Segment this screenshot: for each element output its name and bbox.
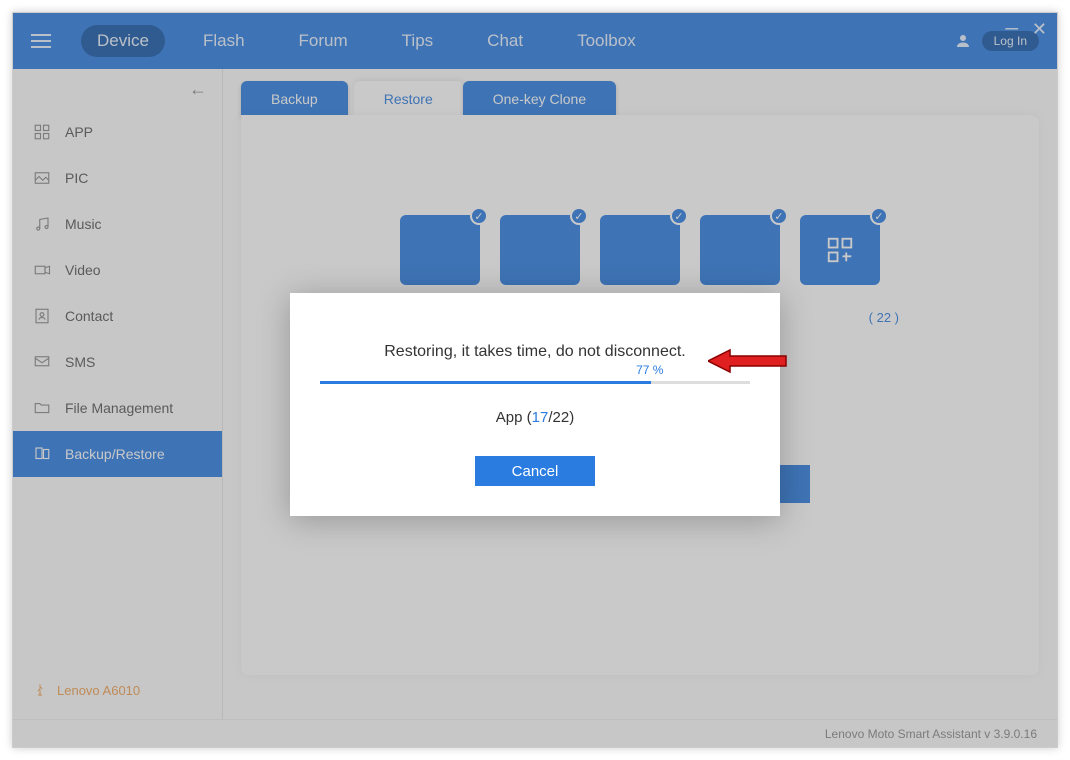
restore-progress-dialog: Restoring, it takes time, do not disconn…	[290, 293, 780, 516]
annotation-arrow	[708, 346, 788, 381]
progress-percent: 77 %	[636, 363, 663, 377]
progress-bar: 77 %	[320, 381, 750, 401]
dialog-cancel-button[interactable]: Cancel	[475, 456, 595, 486]
progress-label: App (17/22)	[320, 409, 750, 426]
dialog-message: Restoring, it takes time, do not disconn…	[320, 343, 750, 361]
app-window: Device Flash Forum Tips Chat Toolbox Log…	[12, 12, 1058, 748]
